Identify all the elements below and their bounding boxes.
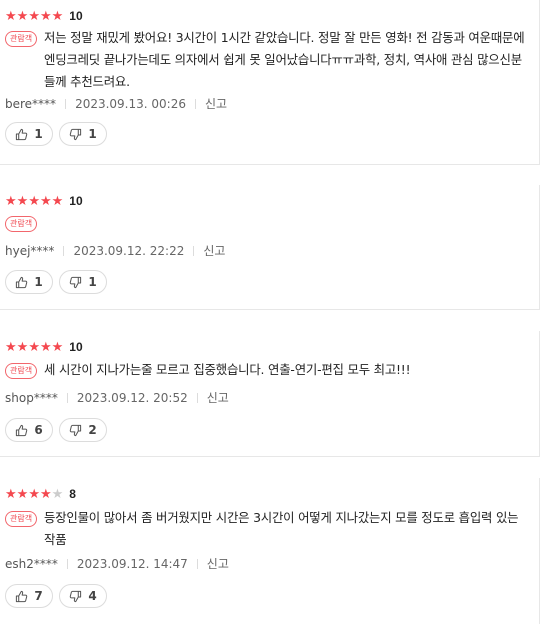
divider xyxy=(193,245,195,256)
star-icon: ★ xyxy=(28,8,40,24)
score: 10 xyxy=(69,194,83,208)
username: bere**** xyxy=(5,96,57,111)
thumbs-down-icon xyxy=(70,276,82,288)
star-icon: ★ xyxy=(5,339,17,355)
divider xyxy=(66,392,68,403)
rating: ★ ★ ★ ★ ★ 10 xyxy=(5,8,83,24)
thumbs-down-icon xyxy=(70,128,82,140)
dislike-button[interactable]: 1 xyxy=(59,270,107,294)
thumbs-up-icon xyxy=(16,128,28,140)
divider xyxy=(65,98,67,109)
review-card: ★ ★ ★ ★ ★ 8 관람객 등장인물이 많아서 좀 버거웠지만 시간은 3시간이 어… xyxy=(0,478,540,624)
star-icon: ★ xyxy=(5,8,17,24)
thumbs-down-icon xyxy=(70,590,82,602)
rating: ★ ★ ★ ★ ★ 8 xyxy=(5,486,76,502)
username: esh2**** xyxy=(5,556,58,571)
vote-buttons: 1 1 xyxy=(5,122,113,146)
divider xyxy=(63,245,65,256)
report-link[interactable]: 신고 xyxy=(203,242,225,259)
star-rating: ★ ★ ★ ★ ★ xyxy=(5,341,63,354)
like-count: 1 xyxy=(34,127,43,141)
username: shop**** xyxy=(5,390,58,405)
dislike-count: 1 xyxy=(88,127,97,141)
review-date: 2023.09.13. 00:26 xyxy=(75,96,186,111)
divider xyxy=(196,558,198,569)
audience-badge: 관람객 xyxy=(5,363,38,379)
star-icon: ★ xyxy=(51,193,64,209)
review-meta: bere**** 2023.09.13. 00:26 신고 xyxy=(5,95,227,112)
like-count: 7 xyxy=(34,589,43,603)
like-button[interactable]: 1 xyxy=(5,122,53,146)
star-icon: ★ xyxy=(5,193,17,209)
divider xyxy=(196,392,198,403)
like-count: 6 xyxy=(34,423,43,437)
like-button[interactable]: 6 xyxy=(5,418,53,442)
thumbs-up-icon xyxy=(16,590,28,602)
review-date: 2023.09.12. 22:22 xyxy=(73,243,185,258)
star-icon: ★ xyxy=(5,486,17,502)
review-text: 등장인물이 많아서 좀 버거웠지만 시간은 3시간이 어떻게 지나갔는지 모를 … xyxy=(44,510,519,547)
report-link[interactable]: 신고 xyxy=(205,95,227,112)
vote-buttons: 7 4 xyxy=(5,584,113,608)
dislike-button[interactable]: 2 xyxy=(59,418,107,442)
star-icon: ★ xyxy=(28,193,40,209)
star-icon: ★ xyxy=(51,339,64,355)
like-count: 1 xyxy=(34,275,43,289)
review-meta: hyej**** 2023.09.12. 22:22 신고 xyxy=(5,242,225,259)
like-button[interactable]: 7 xyxy=(5,584,53,608)
review-text: 저는 정말 재밌게 봤어요! 3시간이 1시간 같았습니다. 정말 잘 만든 영… xyxy=(44,30,525,89)
star-icon: ★ xyxy=(16,193,29,209)
review-card: ★ ★ ★ ★ ★ 10 관람객 hyej**** 2023.09.12. 22:22 … xyxy=(0,185,540,310)
star-icon: ★ xyxy=(16,8,29,24)
star-icon: ★ xyxy=(39,486,52,502)
review-card: ★ ★ ★ ★ ★ 10 관람객 세 시간이 지나가는줄 모르고 집중했습니다. 연출-… xyxy=(0,331,540,457)
star-icon: ★ xyxy=(16,339,29,355)
review-date: 2023.09.12. 14:47 xyxy=(76,556,188,571)
audience-badge: 관람객 xyxy=(5,511,38,527)
audience-badge: 관람객 xyxy=(5,216,38,232)
score: 10 xyxy=(69,340,83,354)
review-text: 세 시간이 지나가는줄 모르고 집중했습니다. 연출-연기-편집 모두 최고!!… xyxy=(44,362,411,377)
star-icon: ★ xyxy=(16,486,29,502)
thumbs-up-icon xyxy=(16,424,28,436)
report-link[interactable]: 신고 xyxy=(207,389,229,406)
dislike-count: 1 xyxy=(88,275,97,289)
review-card: ★ ★ ★ ★ ★ 10 관람객 저는 정말 재밌게 봤어요! 3시간이 1시간 같았습… xyxy=(0,0,540,165)
vote-buttons: 1 1 xyxy=(5,270,113,294)
rating: ★ ★ ★ ★ ★ 10 xyxy=(5,193,83,209)
audience-badge: 관람객 xyxy=(5,31,38,47)
thumbs-up-icon xyxy=(16,276,28,288)
star-icon: ★ xyxy=(28,486,40,502)
dislike-count: 2 xyxy=(88,423,97,437)
star-rating: ★ ★ ★ ★ ★ xyxy=(5,10,63,23)
username: hyej**** xyxy=(5,243,55,258)
rating: ★ ★ ★ ★ ★ 10 xyxy=(5,339,83,355)
star-rating: ★ ★ ★ ★ ★ xyxy=(5,195,63,208)
dislike-button[interactable]: 1 xyxy=(59,122,107,146)
review-date: 2023.09.12. 20:52 xyxy=(76,390,188,405)
like-button[interactable]: 1 xyxy=(5,270,53,294)
score: 10 xyxy=(69,9,83,23)
divider xyxy=(194,98,196,109)
star-icon: ★ xyxy=(51,8,64,24)
score: 8 xyxy=(69,487,76,501)
star-icon: ★ xyxy=(39,8,52,24)
review-meta: esh2**** 2023.09.12. 14:47 신고 xyxy=(5,555,229,572)
dislike-button[interactable]: 4 xyxy=(59,584,107,608)
divider xyxy=(66,558,68,569)
star-icon: ★ xyxy=(51,486,64,502)
thumbs-down-icon xyxy=(70,424,82,436)
review-meta: shop**** 2023.09.12. 20:52 신고 xyxy=(5,389,229,406)
star-rating: ★ ★ ★ ★ ★ xyxy=(5,488,63,501)
star-icon: ★ xyxy=(39,339,52,355)
star-icon: ★ xyxy=(39,193,52,209)
report-link[interactable]: 신고 xyxy=(207,555,229,572)
vote-buttons: 6 2 xyxy=(5,418,113,442)
star-icon: ★ xyxy=(28,339,40,355)
dislike-count: 4 xyxy=(88,589,97,603)
